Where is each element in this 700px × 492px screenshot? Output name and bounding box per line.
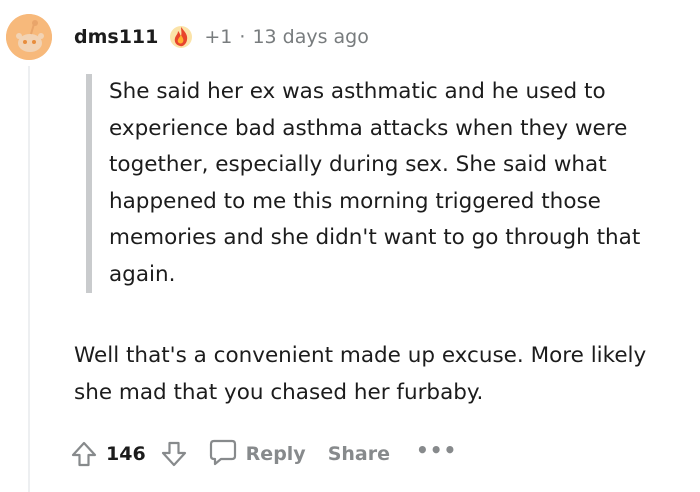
reply-label: Reply	[245, 443, 306, 465]
timestamp[interactable]: 13 days ago	[252, 26, 368, 48]
upvote-arrow-icon[interactable]	[70, 440, 98, 468]
downvote-arrow-icon[interactable]	[160, 440, 188, 468]
reply-button[interactable]: Reply	[208, 437, 306, 471]
award-flame-icon[interactable]	[168, 24, 194, 50]
comment-actions: 146 Reply Share •••	[70, 432, 457, 476]
comment-header: dms111 +1 · 13 days ago	[6, 12, 369, 62]
karma-delta: +1	[204, 26, 233, 48]
comment-bubble-icon	[208, 437, 238, 471]
more-dots-icon[interactable]: •••	[416, 438, 457, 462]
comment-body: Well that's a convenient made up excuse.…	[74, 343, 647, 405]
vote-score: 146	[106, 443, 146, 465]
meta-separator: ·	[239, 26, 246, 48]
username-link[interactable]: dms111	[74, 26, 158, 48]
thread-line[interactable]	[28, 66, 30, 492]
share-button[interactable]: Share	[328, 443, 390, 465]
quoted-text: She said her ex was asthmatic and he use…	[86, 74, 699, 293]
user-avatar[interactable]	[6, 14, 52, 60]
snoo-avatar-icon	[6, 14, 52, 60]
